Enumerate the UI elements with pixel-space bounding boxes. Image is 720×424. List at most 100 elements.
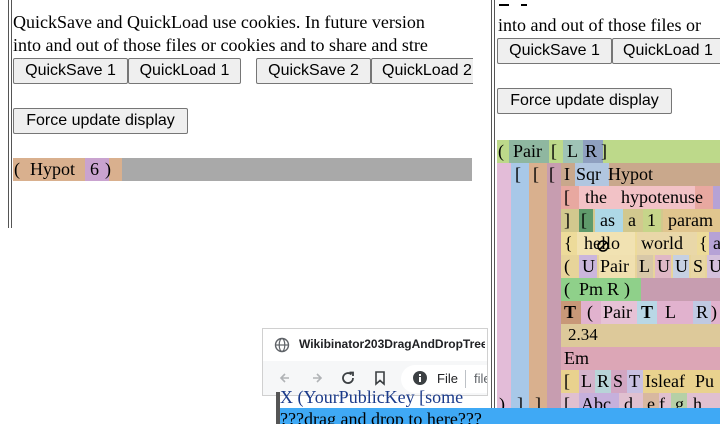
reload-icon[interactable] — [340, 370, 356, 386]
r1-r: R — [585, 141, 598, 161]
globe-icon — [274, 337, 290, 353]
r11-pu: Pu — [695, 371, 715, 391]
cut-glyph — [499, 4, 509, 6]
forward-arrow-icon[interactable] — [309, 370, 325, 386]
r8-t: T — [564, 302, 577, 322]
r4-lb: [ — [581, 210, 587, 230]
browser-drag-popup: Wikibinator203DragAndDropTree File file — [262, 328, 488, 396]
r4-rb: ] — [564, 210, 570, 230]
panel-divider-line — [491, 0, 492, 424]
r2-sqr: Sqr — [576, 164, 602, 184]
r8-r: R — [696, 302, 709, 322]
r5-world: world — [641, 233, 683, 253]
r7-r: R — [607, 279, 620, 299]
left-border-line — [8, 0, 9, 228]
r2-i: I — [564, 164, 570, 184]
right-force-update-display-button[interactable]: Force update display — [497, 88, 672, 114]
quickload-1-button[interactable]: QuickLoad 1 — [128, 58, 241, 84]
r6-u3: U — [675, 256, 688, 276]
r8-open: ( — [587, 302, 593, 322]
r7-close: ) — [624, 279, 630, 299]
r1-open: ( — [498, 141, 504, 161]
address-file-label: File — [437, 371, 458, 386]
tree-col-3 — [547, 163, 561, 424]
r4-param: param — [668, 210, 713, 230]
r10-em: Em — [564, 348, 589, 368]
popup-tab-title: Wikibinator203DragAndDropTree — [299, 337, 485, 351]
r4-a: a — [628, 210, 636, 230]
r6-open: ( — [564, 256, 570, 276]
right-tree-root[interactable]: ( Pair [ L R ] [ [ [ I Sqr Hypot [ the h… — [497, 140, 720, 424]
right-quicksave-1-button[interactable]: QuickSave 1 — [497, 38, 612, 64]
r8-close: ) — [711, 302, 717, 322]
force-update-display-button[interactable]: Force update display — [13, 108, 188, 134]
r6-u2: U — [657, 256, 670, 276]
r2-b3: [ — [549, 164, 555, 184]
r11-l: L — [581, 371, 592, 391]
r3-hypotenuse: hypotenuse — [621, 187, 703, 207]
r4-one: 1 — [647, 210, 656, 230]
panel-divider-line-inner — [494, 0, 495, 424]
r6-pair: Pair — [600, 256, 629, 276]
r11-t: T — [629, 371, 640, 391]
tree-open-paren: ( — [14, 159, 20, 179]
right-intro-text: into and out of those files or — [497, 14, 720, 38]
quicksave-1-button[interactable]: QuickSave 1 — [13, 58, 128, 84]
r7-open: ( — [564, 279, 570, 299]
r3-lb: [ — [564, 187, 570, 207]
r11-isleaf: Isleaf — [645, 371, 685, 391]
bookmark-icon[interactable] — [372, 370, 388, 386]
tree-node-pm-rest — [641, 278, 720, 301]
r8-l: L — [665, 302, 676, 322]
tree-num: 6 — [90, 159, 99, 179]
tree-node-edge[interactable] — [713, 186, 720, 209]
drag-and-drop-zone[interactable]: ???drag and drop to here??? — [280, 408, 720, 424]
r4-as: as — [600, 210, 615, 230]
address-divider — [465, 370, 466, 388]
drag-and-drop-label: ???drag and drop to here??? — [280, 409, 482, 424]
r8-pair: Pair — [603, 302, 632, 322]
tree-col-1 — [511, 163, 529, 424]
r8-t2: T — [641, 302, 654, 322]
back-arrow-icon[interactable] — [277, 370, 293, 386]
r1-l: L — [567, 141, 578, 161]
intro-line-2: into and out of those files or cookies a… — [13, 35, 428, 55]
r11-s: S — [613, 371, 624, 391]
tree-col-2 — [529, 163, 547, 424]
right-quickload-1-button[interactable]: QuickLoad 1 — [612, 38, 720, 64]
public-key-text: X (YourPublicKey [some — [280, 389, 464, 407]
right-quick-buttons: QuickSave 1 QuickLoad 1 — [497, 37, 720, 65]
r11-lb: [ — [564, 371, 570, 391]
r5-lc: { — [564, 233, 573, 253]
drag-cursor-icon — [597, 240, 609, 252]
left-border-line-inner — [11, 0, 12, 228]
r2-b1: [ — [515, 164, 521, 184]
cut-glyph — [521, 4, 527, 6]
r7-pm: Pm — [579, 279, 604, 299]
r1-lb: [ — [551, 141, 557, 161]
r2-b2: [ — [533, 164, 539, 184]
r6-u: U — [582, 256, 595, 276]
info-icon[interactable] — [412, 370, 428, 386]
r2-hypot: Hypot — [608, 164, 653, 184]
r6-s: S — [693, 256, 704, 276]
left-quick-buttons: QuickSave 1 QuickLoad 1 QuickSave 2 Quic… — [13, 57, 473, 85]
left-tree-root[interactable]: ( Hypot 6 ) — [13, 158, 472, 181]
r11-r: R — [597, 371, 610, 391]
intro-line-1: QuickSave and QuickLoad use cookies. In … — [13, 12, 425, 32]
tree-close-paren: ) — [105, 159, 111, 179]
right-top-cut-text — [497, 0, 720, 10]
r1-rb: ] — [601, 141, 607, 161]
r6-u4: U — [709, 256, 720, 276]
r9-num: 2.34 — [568, 325, 598, 344]
address-path: file — [474, 371, 487, 386]
r5-lc2: { — [699, 233, 708, 253]
quickload-2-button[interactable]: QuickLoad 2 — [371, 58, 473, 84]
left-intro-text: QuickSave and QuickLoad use cookies. In … — [13, 10, 473, 60]
right-intro-line: into and out of those files or — [498, 15, 701, 35]
r3-the: the — [585, 187, 607, 207]
r1-pair: Pair — [513, 141, 542, 161]
r6-l: L — [639, 256, 650, 276]
tree-col-outer — [497, 163, 511, 424]
quicksave-2-button[interactable]: QuickSave 2 — [256, 58, 371, 84]
